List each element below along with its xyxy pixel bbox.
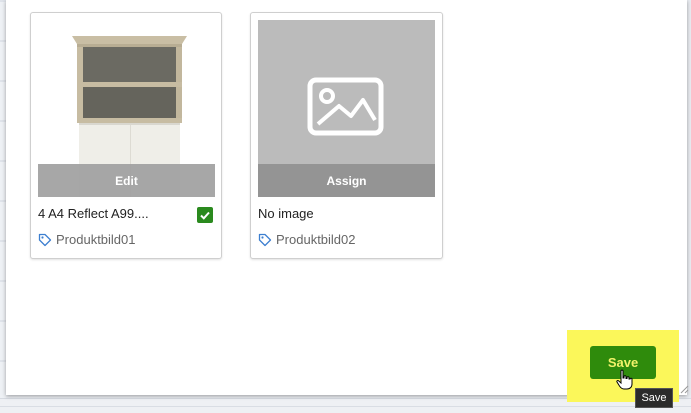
tag-label: Produktbild01 <box>56 232 136 247</box>
placeholder-image: Assign <box>258 20 435 197</box>
assign-button[interactable]: Assign <box>258 164 435 197</box>
edit-button[interactable]: Edit <box>38 164 215 197</box>
image-title: 4 A4 Reflect A99.... <box>38 206 149 221</box>
tag-label: Produktbild02 <box>276 232 356 247</box>
selected-checkbox[interactable] <box>197 207 213 223</box>
save-tooltip: Save <box>635 388 673 408</box>
product-image: Edit <box>38 20 215 197</box>
image-card: Assign No image Produktbild02 <box>250 12 443 259</box>
tag-icon <box>258 233 272 246</box>
checkmark-icon <box>200 211 210 220</box>
image-card: Edit 4 A4 Reflect A99.... Produktbild01 <box>30 12 222 259</box>
tag-icon <box>38 233 52 246</box>
image-tag: Produktbild02 <box>258 232 356 247</box>
resize-handle-icon[interactable] <box>679 384 689 394</box>
hand-cursor-icon <box>616 369 633 390</box>
image-title: No image <box>258 206 314 221</box>
image-tag: Produktbild01 <box>38 232 136 247</box>
